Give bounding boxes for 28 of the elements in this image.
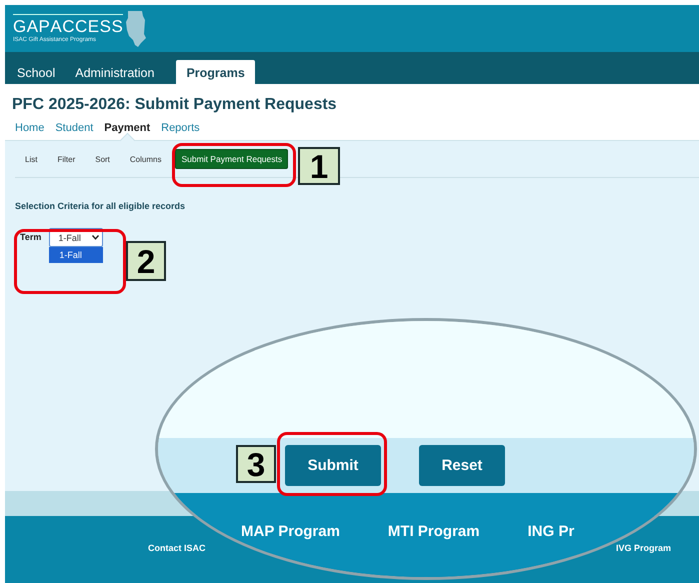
- toolbar-link[interactable]: Columns: [130, 154, 162, 164]
- dropdown-option[interactable]: 1-Fall: [49, 247, 104, 263]
- step-number: 1: [298, 147, 340, 185]
- sub-tab[interactable]: Home: [15, 122, 44, 134]
- footer-link[interactable]: IVG Program: [616, 542, 671, 552]
- chevron-icon: [92, 235, 100, 240]
- toolbar-link[interactable]: List: [25, 154, 38, 164]
- form-button[interactable]: Submit: [285, 445, 381, 486]
- nav-tab[interactable]: School: [9, 61, 64, 84]
- toolbar-link[interactable]: Sort: [95, 154, 110, 164]
- sub-tab[interactable]: Student: [55, 122, 94, 134]
- page-title: PFC 2025-2026: Submit Payment Requests: [11, 95, 338, 115]
- state-map-icon: [125, 10, 148, 48]
- program-link[interactable]: MAP Program: [241, 523, 340, 540]
- step-number: 3: [236, 445, 276, 483]
- criteria-heading: Selection Criteria for all eligible records: [15, 201, 186, 211]
- program-link[interactable]: MTI Program: [388, 523, 480, 540]
- footer-link[interactable]: Contact ISAC: [148, 542, 206, 552]
- toolbar-link[interactable]: Filter: [57, 154, 76, 164]
- term-label: Term: [20, 231, 42, 242]
- nav-tab[interactable]: Programs: [176, 60, 255, 84]
- form-button[interactable]: Reset: [419, 445, 505, 486]
- submit-payment-requests-button[interactable]: Submit Payment Requests: [175, 149, 288, 169]
- program-link[interactable]: ING Pr: [528, 523, 574, 540]
- logo-text: GAPACCESS: [13, 14, 124, 37]
- nav-tab[interactable]: Administration: [67, 61, 162, 84]
- sub-tab[interactable]: Reports: [161, 122, 200, 134]
- step-number: 2: [126, 241, 166, 281]
